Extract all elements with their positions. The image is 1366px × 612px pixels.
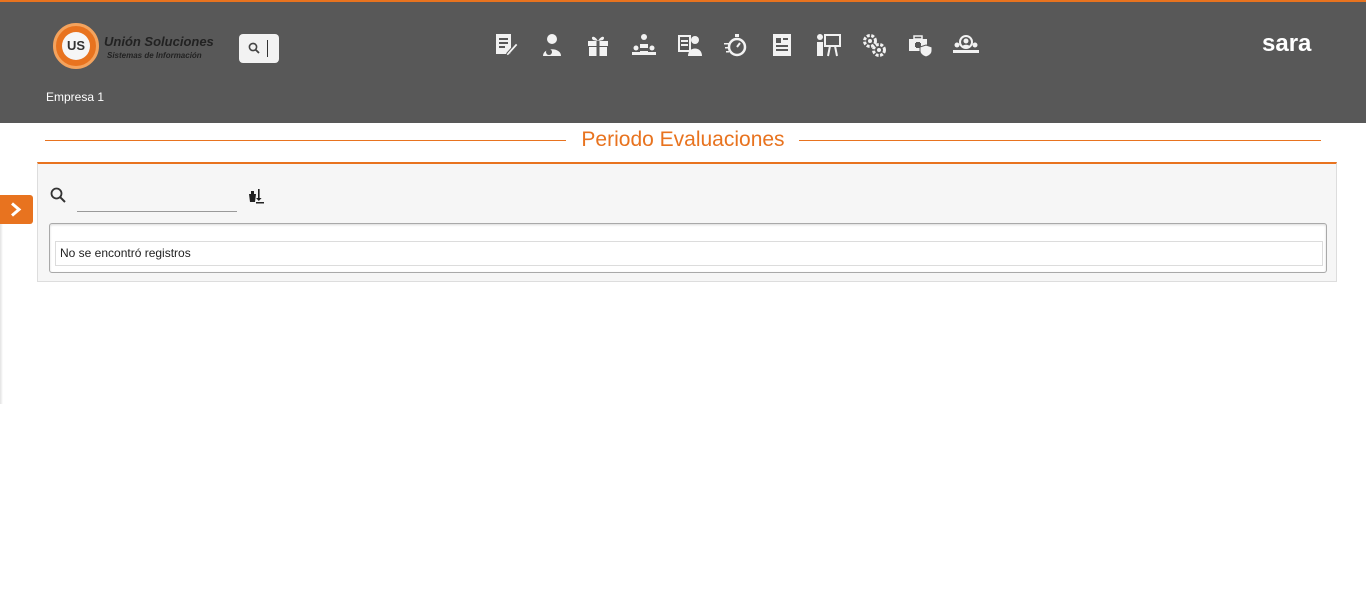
logo-title: Unión Soluciones [104, 34, 214, 49]
presentation-icon[interactable] [814, 31, 842, 59]
company-name: Empresa 1 [46, 90, 105, 104]
page-title: Periodo Evaluaciones [581, 128, 785, 151]
sara-brand-logo: sara [1262, 31, 1312, 57]
company-logo[interactable]: US Unión Soluciones Sistemas de Informac… [53, 23, 218, 69]
global-search-box[interactable] [239, 34, 279, 63]
org-chart-icon[interactable] [630, 31, 658, 59]
brand-text: sara [1262, 31, 1312, 57]
page-title-row: Periodo Evaluaciones [45, 128, 1321, 152]
results-table: No se encontró registros [49, 223, 1327, 273]
sidebar-toggle-button[interactable] [0, 195, 33, 224]
search-icon [248, 42, 260, 54]
text-cursor [267, 40, 268, 57]
person-icon[interactable] [538, 31, 566, 59]
stopwatch-icon[interactable] [722, 31, 750, 59]
chevron-right-icon [11, 202, 22, 217]
clear-filter-icon[interactable] [248, 186, 266, 204]
logo-subtitle: Sistemas de Información [107, 51, 202, 60]
medical-kit-shield-icon[interactable] [906, 31, 934, 59]
logo-mark: US [62, 32, 90, 60]
data-panel: No se encontró registros [37, 162, 1337, 282]
top-bar: US Unión Soluciones Sistemas de Informac… [0, 0, 1366, 123]
sidebar-edge [0, 224, 3, 404]
document-edit-icon[interactable] [492, 31, 520, 59]
team-icon[interactable] [952, 31, 980, 59]
search-icon [50, 187, 66, 203]
gift-icon[interactable] [584, 31, 612, 59]
gears-icon[interactable] [860, 31, 888, 59]
filter-input[interactable] [77, 181, 237, 212]
logo-badge: US [53, 23, 99, 69]
empty-message: No se encontró registros [55, 241, 1323, 266]
document-icon[interactable] [768, 31, 796, 59]
person-list-icon[interactable] [676, 31, 704, 59]
